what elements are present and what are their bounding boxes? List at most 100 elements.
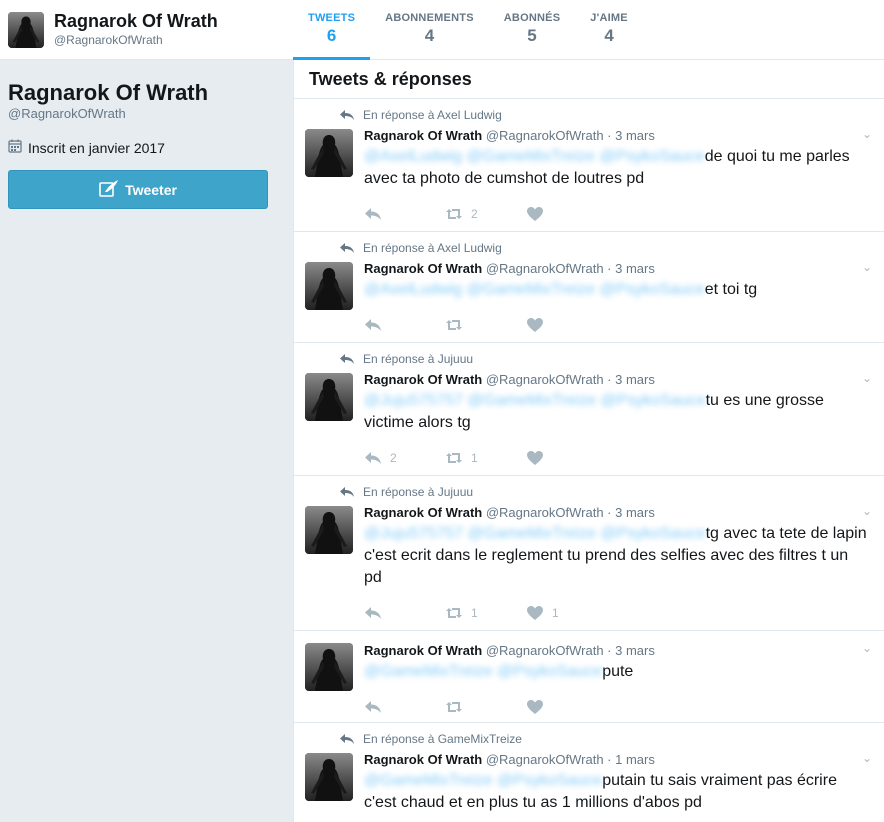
reply-context-text[interactable]: En réponse à Axel Ludwig	[363, 108, 502, 122]
tweet-button[interactable]: Tweeter	[8, 170, 268, 209]
tweet-actions: 1 1	[364, 595, 869, 631]
tweet[interactable]: En réponse à Axel Ludwig ⌄ Ragnarok Of W…	[294, 99, 884, 232]
tweet-actions: 2	[364, 196, 869, 232]
tweet-text: @GameMixTreize @PsykoSaucepute	[364, 661, 869, 683]
like-button[interactable]: 1	[526, 605, 607, 621]
tweet-meta[interactable]: @RagnarokOfWrath · 3 mars	[486, 372, 655, 387]
profile-name[interactable]: Ragnarok Of Wrath	[8, 80, 268, 106]
avatar[interactable]	[305, 506, 353, 554]
retweet-button[interactable]: 2	[445, 206, 526, 222]
reply-icon	[365, 701, 381, 713]
reply-icon	[365, 208, 381, 220]
tweet[interactable]: En réponse à Axel Ludwig ⌄ Ragnarok Of W…	[294, 232, 884, 343]
chevron-down-icon[interactable]: ⌄	[862, 371, 872, 385]
nav-likes[interactable]: J'AIME 4	[575, 0, 643, 60]
profile-handle[interactable]: @RagnarokOfWrath	[8, 106, 268, 121]
profile-card: Ragnarok Of Wrath @RagnarokOfWrath Inscr…	[8, 80, 268, 209]
reply-button[interactable]: 2	[364, 450, 445, 466]
like-button[interactable]	[526, 206, 607, 222]
tweet-mentions[interactable]: @GameMixTreize @PsykoSauce	[364, 663, 602, 680]
avatar[interactable]	[305, 753, 353, 801]
tweet-mentions[interactable]: @Juju575757 @GameMixTreize @PsykoSauce	[364, 525, 706, 542]
avatar[interactable]	[8, 12, 44, 48]
timeline-title: Tweets & réponses	[294, 60, 884, 99]
chevron-down-icon[interactable]: ⌄	[862, 751, 872, 765]
retweet-button[interactable]	[445, 699, 526, 715]
tweet-actions: 2 1	[364, 440, 869, 476]
reply-button[interactable]	[364, 605, 445, 621]
tweet[interactable]: ⌄ Ragnarok Of Wrath @RagnarokOfWrath · 3…	[294, 631, 884, 723]
chevron-down-icon[interactable]: ⌄	[862, 504, 872, 518]
tweet[interactable]: En réponse à Jujuuu ⌄ Ragnarok Of Wrath …	[294, 476, 884, 631]
tweet-author-name[interactable]: Ragnarok Of Wrath	[364, 505, 482, 520]
nav-label: ABONNEMENTS	[385, 12, 474, 24]
tweet-meta[interactable]: @RagnarokOfWrath · 3 mars	[486, 261, 655, 276]
tweet-author-name[interactable]: Ragnarok Of Wrath	[364, 752, 482, 767]
reply-context-icon	[340, 487, 354, 497]
like-button[interactable]	[526, 317, 607, 333]
reply-button[interactable]	[364, 317, 445, 333]
tweet-meta[interactable]: @RagnarokOfWrath · 1 mars	[486, 752, 655, 767]
tweet[interactable]: En réponse à Jujuuu ⌄ Ragnarok Of Wrath …	[294, 343, 884, 476]
nav-tweets[interactable]: TWEETS 6	[293, 0, 371, 61]
tweet-author-name[interactable]: Ragnarok Of Wrath	[364, 643, 482, 658]
top-profile-handle[interactable]: @RagnarokOfWrath	[54, 33, 163, 47]
reply-context-icon	[340, 110, 354, 120]
tweet-actions	[364, 689, 869, 725]
nav-count: 4	[604, 26, 614, 45]
tweet-author-name[interactable]: Ragnarok Of Wrath	[364, 372, 482, 387]
retweet-icon	[446, 320, 462, 330]
retweet-icon	[446, 453, 462, 463]
tweet-meta[interactable]: @RagnarokOfWrath · 3 mars	[486, 505, 655, 520]
tweet-author-name[interactable]: Ragnarok Of Wrath	[364, 128, 482, 143]
like-button[interactable]	[526, 450, 607, 466]
retweet-icon	[446, 209, 462, 219]
nav-following[interactable]: ABONNEMENTS 4	[370, 0, 489, 60]
top-profile-name[interactable]: Ragnarok Of Wrath	[54, 11, 218, 32]
avatar[interactable]	[305, 129, 353, 177]
joined-date: Inscrit en janvier 2017	[8, 139, 268, 156]
reply-button[interactable]	[364, 699, 445, 715]
tweet-author-name[interactable]: Ragnarok Of Wrath	[364, 261, 482, 276]
reply-context-text[interactable]: En réponse à GameMixTreize	[363, 732, 522, 746]
reply-context-text[interactable]: En réponse à Jujuuu	[363, 352, 473, 366]
chevron-down-icon[interactable]: ⌄	[862, 127, 872, 141]
nav-followers[interactable]: ABONNÉS 5	[489, 0, 576, 60]
like-button[interactable]	[526, 699, 607, 715]
timeline: Tweets & réponses En réponse à Axel Ludw…	[293, 60, 884, 822]
tweet-meta[interactable]: @RagnarokOfWrath · 3 mars	[486, 643, 655, 658]
tweet-text: @GameMixTreize @PsykoSauceputain tu sais…	[364, 770, 869, 814]
heart-icon	[527, 318, 543, 332]
avatar[interactable]	[305, 643, 353, 691]
tweet-mentions[interactable]: @GameMixTreize @PsykoSauce	[364, 772, 602, 789]
reply-context: En réponse à Axel Ludwig	[339, 108, 869, 122]
avatar[interactable]	[305, 373, 353, 421]
tweet-text: @Juju575757 @GameMixTreize @PsykoSaucetg…	[364, 523, 869, 589]
tweet-actions	[364, 307, 869, 343]
tweet-mentions[interactable]: @AxelLudwig @GameMixTreize @PsykoSauce	[364, 281, 705, 298]
top-bar: Ragnarok Of Wrath @RagnarokOfWrath TWEET…	[0, 0, 884, 61]
reply-context-text[interactable]: En réponse à Axel Ludwig	[363, 241, 502, 255]
reply-context-text[interactable]: En réponse à Jujuuu	[363, 485, 473, 499]
chevron-down-icon[interactable]: ⌄	[862, 260, 872, 274]
heart-icon	[527, 451, 543, 465]
tweet-meta[interactable]: @RagnarokOfWrath · 3 mars	[486, 128, 655, 143]
reply-context: En réponse à GameMixTreize	[339, 732, 869, 746]
avatar[interactable]	[305, 262, 353, 310]
retweet-button[interactable]: 1	[445, 605, 526, 621]
tweet-mentions[interactable]: @Juju575757 @GameMixTreize @PsykoSauce	[364, 392, 706, 409]
tweet-mentions[interactable]: @AxelLudwig @GameMixTreize @PsykoSauce	[364, 148, 705, 165]
reply-button[interactable]	[364, 206, 445, 222]
nav-count: 4	[424, 26, 435, 45]
reply-icon	[365, 452, 381, 464]
chevron-down-icon[interactable]: ⌄	[862, 641, 872, 655]
tweet[interactable]: En réponse à GameMixTreize ⌄ Ragnarok Of…	[294, 723, 884, 822]
retweet-count: 2	[471, 207, 478, 221]
tweet-body: pute	[602, 663, 634, 680]
retweet-button[interactable]	[445, 317, 526, 333]
retweet-button[interactable]: 1	[445, 450, 526, 466]
tweet-button-label: Tweeter	[125, 181, 177, 198]
tweet-body: et toi tg	[704, 281, 758, 298]
retweet-icon	[446, 702, 462, 712]
heart-icon	[527, 207, 543, 221]
